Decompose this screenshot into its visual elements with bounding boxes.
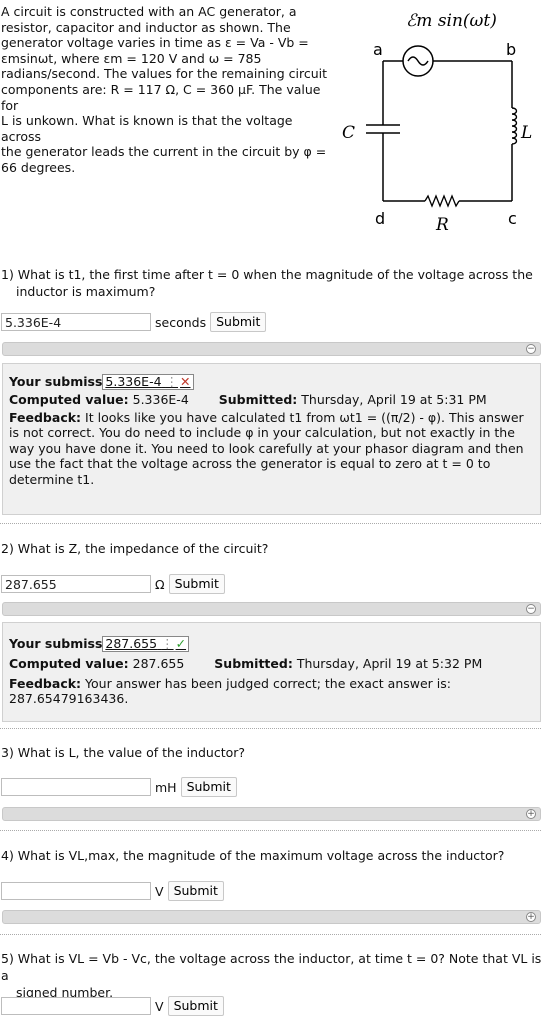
question-1-text-cont: inductor is maximum?	[16, 284, 156, 299]
inductor-icon	[511, 61, 518, 201]
intro-line: 66 degrees.	[1, 159, 76, 175]
question-4: 4) What is VL,max, the magnitude of the …	[1, 847, 549, 864]
question-2-submit-button[interactable]: Submit	[168, 574, 225, 594]
intro-line: A circuit is constructed with an AC gene…	[1, 4, 297, 19]
question-1-submit-button[interactable]: Submit	[210, 312, 267, 332]
intro-line: resistor, capacitor and inductor as show…	[1, 19, 291, 35]
question-4-input[interactable]	[1, 882, 151, 900]
collapse-icon[interactable]: −	[526, 344, 536, 354]
circuit-diagram: ℰm sin(ωt) a b C L R d c	[342, 11, 532, 235]
question-1-feedback-panel: Your submiss 5.336E-4 ⋮ ✕ Computed value: …	[2, 363, 541, 515]
incorrect-icon: ✕	[180, 374, 191, 389]
question-1-unit: seconds	[155, 314, 207, 330]
intro-line: generator voltage varies in time as ε = …	[1, 35, 309, 51]
question-4-text: 4) What is VL,max, the magnitude of the …	[1, 848, 505, 863]
source-label: ℰm sin(ωt)	[406, 11, 497, 31]
divider	[0, 830, 541, 831]
question-2-input[interactable]: 287.655	[1, 575, 151, 593]
intro-line: εmsinωt, where εm = 120 V and ω = 785	[1, 50, 262, 66]
divider	[0, 728, 541, 729]
intro-line: components are: R = 117 Ω, C = 360 μF. T…	[1, 81, 321, 113]
divider	[0, 934, 541, 935]
inductor-label: L	[520, 123, 532, 143]
question-1-input[interactable]: 5.336E-4	[1, 313, 151, 331]
node-d-label: d	[375, 209, 385, 228]
question-1-text: 1) What is t1, the first time after t = …	[1, 267, 533, 282]
submission-text: 287.655	[105, 636, 158, 651]
question-1: 1) What is t1, the first time after t = …	[1, 266, 549, 300]
expand-icon[interactable]: +	[526, 912, 536, 922]
your-submission-value: 287.655 ⋮ ✓	[102, 636, 190, 652]
question-2: 2) What is Z, the impedance of the circu…	[1, 540, 549, 557]
ac-source-icon	[383, 45, 512, 77]
resistor-icon	[383, 194, 512, 208]
capacitor-label: C	[342, 123, 355, 143]
node-c-label: c	[508, 209, 517, 228]
computed-value: 287.655	[132, 656, 185, 671]
question-3-unit: mH	[155, 779, 177, 795]
submitted-label: Submitted:	[218, 392, 298, 407]
question-3: 3) What is L, the value of the inductor?	[1, 744, 549, 761]
resistor-label: R	[435, 215, 449, 235]
question-2-panel-toggle-bar[interactable]: −	[2, 602, 541, 616]
feedback-text: It looks like you have calculated t1 fro…	[9, 409, 524, 487]
feedback-label: Feedback:	[9, 675, 82, 691]
question-2-feedback-panel: Your submiss 287.655 ⋮ ✓ Computed value: 2…	[2, 622, 541, 722]
your-submission-label: Your submiss	[9, 374, 103, 389]
question-2-unit: Ω	[155, 576, 165, 592]
question-3-panel-toggle-bar[interactable]: +	[2, 807, 541, 821]
divider	[0, 523, 541, 524]
question-5-unit: V	[155, 998, 164, 1014]
expand-icon[interactable]: +	[526, 809, 536, 819]
problem-intro: A circuit is constructed with an AC gene…	[1, 4, 336, 176]
question-2-text: 2) What is Z, the impedance of the circu…	[1, 541, 269, 556]
question-2-answer-row: 287.655 Ω Submit	[1, 573, 225, 595]
question-5-input[interactable]	[1, 997, 151, 1015]
question-5: 5) What is VL = Vb - Vc, the voltage acr…	[1, 950, 549, 1001]
submitted-time: Thursday, April 19 at 5:32 PM	[296, 656, 483, 671]
intro-line: the generator leads the current in the c…	[1, 144, 327, 160]
computed-value-label: Computed value:	[9, 392, 129, 407]
submitted-time: Thursday, April 19 at 5:31 PM	[301, 392, 487, 407]
question-5-submit-button[interactable]: Submit	[167, 996, 224, 1016]
question-3-text: 3) What is L, the value of the inductor?	[1, 745, 246, 760]
intro-line: L is unkown. What is known is that the v…	[1, 113, 293, 144]
collapse-icon[interactable]: −	[526, 604, 536, 614]
your-submission-label: Your submiss	[9, 636, 103, 651]
question-5-answer-row: V Submit	[1, 995, 224, 1017]
question-4-panel-toggle-bar[interactable]: +	[2, 910, 541, 924]
feedback-label: Feedback:	[9, 409, 82, 425]
correct-icon: ✓	[175, 636, 187, 651]
dots-icon: ⋮	[165, 374, 179, 389]
capacitor-icon	[366, 61, 400, 201]
submitted-label: Submitted:	[214, 656, 293, 671]
computed-value-label: Computed value:	[9, 656, 129, 671]
dots-icon: ⋮	[161, 636, 174, 651]
node-a-label: a	[373, 40, 383, 59]
question-3-input[interactable]	[1, 778, 151, 796]
submission-text: 5.336E-4	[105, 374, 162, 389]
question-3-answer-row: mH Submit	[1, 776, 237, 798]
question-4-submit-button[interactable]: Submit	[167, 881, 224, 901]
question-5-text: 5) What is VL = Vb - Vc, the voltage acr…	[1, 951, 542, 983]
intro-line: radians/second. The values for the remai…	[1, 66, 328, 82]
computed-value: 5.336E-4	[132, 392, 189, 407]
question-4-unit: V	[155, 883, 164, 899]
question-1-panel-toggle-bar[interactable]: −	[2, 342, 541, 356]
question-4-answer-row: V Submit	[1, 880, 224, 902]
question-3-submit-button[interactable]: Submit	[180, 777, 237, 797]
node-b-label: b	[506, 40, 516, 59]
your-submission-value: 5.336E-4 ⋮ ✕	[102, 374, 194, 390]
question-1-answer-row: 5.336E-4 seconds Submit	[1, 311, 267, 333]
